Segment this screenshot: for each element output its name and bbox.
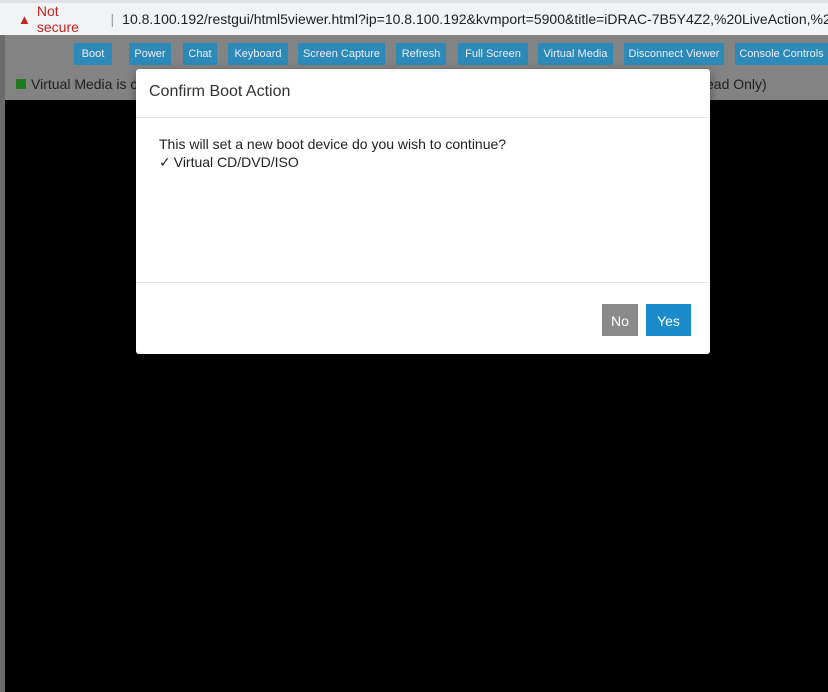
virtual-media-button[interactable]: Virtual Media — [538, 43, 613, 65]
status-text: Virtual Media is co — [31, 76, 146, 92]
power-button[interactable]: Power — [129, 43, 171, 65]
chat-button[interactable]: Chat — [183, 43, 217, 65]
boot-device-label: Virtual CD/DVD/ISO — [173, 154, 299, 170]
dialog-header: Confirm Boot Action — [136, 69, 710, 118]
no-button[interactable]: No — [602, 304, 638, 336]
confirm-boot-dialog: Confirm Boot Action This will set a new … — [136, 69, 710, 354]
left-edge — [0, 35, 5, 692]
refresh-button[interactable]: Refresh — [396, 43, 446, 65]
address-bar[interactable]: ▲ Not secure | 10.8.100.192/restgui/html… — [0, 0, 828, 35]
disconnect-viewer-button[interactable]: Disconnect Viewer — [624, 43, 724, 65]
dialog-body: This will set a new boot device do you w… — [136, 118, 710, 283]
separator: | — [110, 11, 115, 27]
boot-device-option: ✓ Virtual CD/DVD/ISO — [159, 154, 299, 171]
url-text[interactable]: 10.8.100.192/restgui/html5viewer.html?ip… — [122, 11, 828, 27]
checkmark-icon: ✓ — [159, 154, 171, 170]
full-screen-button[interactable]: Full Screen — [458, 43, 528, 65]
status-text-right: ead Only) — [706, 76, 767, 92]
dialog-message: This will set a new boot device do you w… — [159, 136, 507, 152]
security-label[interactable]: Not secure — [37, 3, 103, 35]
screen-capture-button[interactable]: Screen Capture — [298, 43, 385, 65]
keyboard-button[interactable]: Keyboard — [228, 43, 288, 65]
warning-icon: ▲ — [18, 11, 31, 27]
boot-button[interactable]: Boot — [74, 43, 112, 65]
console-controls-button[interactable]: Console Controls — [735, 43, 828, 65]
dialog-title: Confirm Boot Action — [149, 83, 291, 100]
yes-button[interactable]: Yes — [646, 304, 691, 336]
viewer-toolbar: Boot Power Chat Keyboard Screen Capture … — [5, 35, 828, 69]
status-indicator-icon — [16, 79, 26, 89]
